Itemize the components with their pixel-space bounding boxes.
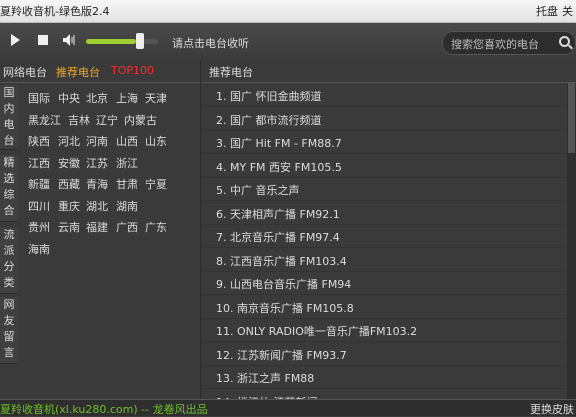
region-item[interactable]: 宁夏 [145, 176, 167, 192]
station-name: 8. 江西音乐广播 FM103.4 [216, 254, 347, 268]
station-row[interactable]: 3. 国广 Hit FM - FM88.7 [201, 130, 567, 154]
station-name: 5. 中广 音乐之声 [216, 184, 300, 197]
tab-recommended[interactable]: 推荐电台 [56, 64, 100, 80]
close-button[interactable]: 关 [562, 3, 573, 19]
region-item[interactable]: 湖南 [116, 198, 138, 214]
region-item[interactable]: 山西 [116, 133, 138, 149]
region-item[interactable]: 吉林 [68, 112, 90, 128]
volume-icon[interactable] [62, 33, 76, 47]
side-tab-domestic[interactable]: 国内电台 [0, 85, 18, 150]
region-item[interactable]: 广东 [145, 219, 167, 235]
region-item[interactable]: 国际 [28, 90, 50, 106]
station-name: 6. 天津相声广播 FM92.1 [216, 207, 340, 221]
volume-slider[interactable] [86, 39, 158, 44]
region-item[interactable]: 湖北 [86, 198, 108, 214]
region-item[interactable]: 福建 [86, 219, 108, 235]
category-tabs: 网络电台 推荐电台 TOP100 [0, 60, 200, 83]
region-item[interactable]: 河南 [86, 133, 108, 149]
station-name: 7. 北京音乐广播 FM97.4 [216, 231, 340, 244]
region-item[interactable]: 北京 [86, 90, 108, 106]
stop-icon[interactable] [38, 35, 48, 45]
station-row[interactable]: 4. MY FM 西安 FM105.5 [201, 154, 567, 178]
station-row[interactable]: 12. 江苏新闻广播 FM93.7 [201, 342, 567, 366]
tray-button[interactable]: 托盘 [536, 3, 558, 19]
station-row[interactable]: 11. ONLY RADIO唯一音乐广播FM103.2 [201, 318, 567, 342]
region-item[interactable]: 黑龙江 [28, 112, 61, 128]
station-row[interactable]: 2. 国广 都市流行频道 [201, 107, 567, 131]
region-item[interactable]: 陕西 [28, 133, 50, 149]
list-header: 推荐电台 [201, 60, 576, 83]
station-row[interactable]: 8. 江西音乐广播 FM103.4 [201, 248, 567, 272]
region-item[interactable]: 海南 [28, 241, 50, 257]
search-box[interactable]: 搜索您喜欢的电台 [442, 31, 576, 55]
region-item[interactable]: 辽宁 [96, 112, 118, 128]
tab-network-radio[interactable]: 网络电台 [3, 64, 47, 80]
station-name: 4. MY FM 西安 FM105.5 [216, 160, 342, 174]
region-item[interactable]: 贵州 [28, 219, 50, 235]
station-name: 11. ONLY RADIO唯一音乐广播FM103.2 [216, 325, 418, 338]
status-text: 请点击电台收听 [172, 37, 249, 50]
region-item[interactable]: 新疆 [28, 176, 50, 192]
status-bar: 夏羚收音机(xl.ku280.com) -- 龙卷风出品 更换皮肤 [0, 399, 576, 416]
region-item[interactable]: 河北 [58, 133, 80, 149]
region-item[interactable]: 云南 [58, 219, 80, 235]
station-name: 12. 江苏新闻广播 FM93.7 [216, 348, 347, 362]
scrollbar[interactable] [567, 83, 576, 400]
region-item[interactable]: 天津 [145, 90, 167, 106]
station-row[interactable]: 10. 南京音乐广播 FM105.8 [201, 295, 567, 319]
window-title: 夏羚收音机-绿色版2.4 [0, 5, 110, 18]
station-name: 3. 国广 Hit FM - FM88.7 [216, 137, 342, 150]
region-item[interactable]: 山东 [145, 133, 167, 149]
station-name: 1. 国广 怀旧金曲频道 [216, 90, 322, 103]
station-row[interactable]: 1. 国广 怀旧金曲频道 [201, 83, 567, 107]
region-item[interactable]: 青海 [86, 176, 108, 192]
list-header-label: 推荐电台 [209, 66, 253, 79]
search-input[interactable]: 搜索您喜欢的电台 [451, 36, 539, 52]
region-item[interactable]: 上海 [116, 90, 138, 106]
station-row[interactable]: 5. 中广 音乐之声 [201, 177, 567, 201]
station-row[interactable]: 9. 山西电台音乐广播 FM94 [201, 271, 567, 295]
region-item[interactable]: 广西 [116, 219, 138, 235]
side-tab-featured[interactable]: 精选综合 [0, 155, 18, 222]
region-item[interactable]: 甘肃 [116, 176, 138, 192]
tab-top100[interactable]: TOP100 [111, 64, 154, 77]
region-item[interactable]: 江苏 [86, 155, 108, 171]
station-name: 2. 国广 都市流行频道 [216, 113, 322, 127]
station-name: 9. 山西电台音乐广播 FM94 [216, 278, 352, 291]
scrollbar-thumb[interactable] [568, 83, 575, 153]
search-icon[interactable] [559, 36, 570, 47]
region-item[interactable]: 四川 [28, 198, 50, 214]
station-row[interactable]: 6. 天津相声广播 FM92.1 [201, 201, 567, 225]
play-icon[interactable] [11, 34, 20, 46]
region-item[interactable]: 浙江 [116, 155, 138, 171]
station-name: 13. 浙江之声 FM88 [216, 372, 315, 385]
station-row[interactable]: 7. 北京音乐广播 FM97.4 [201, 224, 567, 248]
region-item[interactable]: 安徽 [58, 155, 80, 171]
volume-fill [86, 39, 137, 44]
title-bar: 夏羚收音机-绿色版2.4 托盘 关 [0, 0, 576, 23]
side-tab-genre[interactable]: 流派分类 [0, 227, 18, 294]
station-row[interactable]: 13. 浙江之声 FM88 [201, 365, 567, 389]
volume-knob[interactable] [136, 33, 144, 49]
region-item[interactable]: 中央 [58, 90, 80, 106]
region-item[interactable]: 江西 [28, 155, 50, 171]
region-item[interactable]: 重庆 [58, 198, 80, 214]
region-item[interactable]: 内蒙古 [124, 112, 157, 128]
station-name: 10. 南京音乐广播 FM105.8 [216, 301, 354, 315]
region-item[interactable]: 西藏 [58, 176, 80, 192]
player-controls: 请点击电台收听 搜索您喜欢的电台 [0, 23, 576, 60]
side-tab-messages[interactable]: 网友留言 [0, 297, 18, 364]
